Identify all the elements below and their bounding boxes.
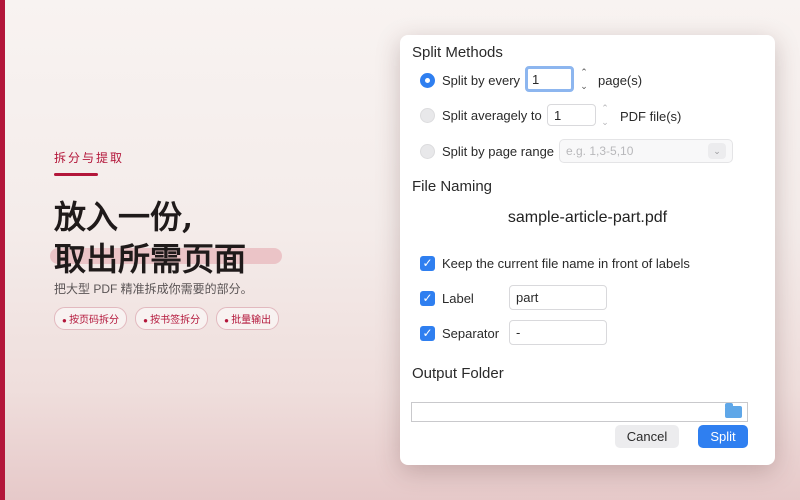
- chevron-down-icon[interactable]: ⌄: [580, 81, 588, 91]
- split-every-label: Split by every: [442, 72, 521, 88]
- page-range-select[interactable]: e.g. 1,3-5,10 ⌄: [559, 139, 733, 163]
- promo-description: 把大型 PDF 精准拆成你需要的部分。: [54, 282, 253, 296]
- separator-option[interactable]: ✓ Separator: [420, 322, 499, 344]
- filename-preview: sample-article-part.pdf: [507, 209, 668, 226]
- feature-chips: 按页码拆分 按书签拆分 批量输出: [54, 307, 280, 330]
- chevron-up-icon[interactable]: ⌃: [580, 67, 588, 77]
- split-average-unit: PDF file(s): [620, 109, 682, 124]
- split-average-input[interactable]: [547, 104, 596, 126]
- split-every-option[interactable]: Split by every: [420, 69, 520, 91]
- split-average-stepper[interactable]: ⌃ ⌄: [599, 103, 611, 127]
- label-option-label: Label: [442, 290, 474, 306]
- chip-split-by-page: 按页码拆分: [54, 307, 128, 330]
- separator-checkbox[interactable]: ✓: [420, 325, 435, 341]
- split-dialog: Split Methods Split by every ⌃ ⌄ page(s)…: [400, 35, 775, 465]
- output-folder-title: Output Folder: [412, 365, 504, 382]
- split-average-radio[interactable]: [420, 107, 435, 123]
- label-checkbox[interactable]: ✓: [420, 290, 435, 306]
- promo-title: 放入一份, 取出所需页面: [54, 196, 246, 280]
- split-every-stepper[interactable]: ⌃ ⌄: [578, 67, 590, 91]
- keep-name-option[interactable]: ✓ Keep the current file name in front of…: [420, 252, 690, 274]
- chip-batch-output: 批量输出: [216, 307, 280, 330]
- separator-input[interactable]: [509, 320, 607, 345]
- chip-split-by-bookmark: 按书签拆分: [135, 307, 209, 330]
- promo-title-line1: 放入一份,: [54, 198, 194, 236]
- cancel-button[interactable]: Cancel: [615, 425, 679, 448]
- split-every-unit: page(s): [598, 73, 643, 88]
- promo-kicker: 拆分与提取: [54, 151, 125, 165]
- split-range-radio[interactable]: [420, 143, 435, 159]
- promo-rule: [54, 173, 98, 176]
- file-naming-title: File Naming: [412, 178, 493, 195]
- chevron-down-icon[interactable]: ⌄: [708, 143, 726, 159]
- split-every-radio[interactable]: [420, 72, 435, 88]
- separator-option-label: Separator: [442, 325, 500, 341]
- split-every-input[interactable]: [525, 66, 574, 92]
- chevron-down-icon[interactable]: ⌄: [601, 117, 609, 127]
- split-average-option[interactable]: Split averagely to: [420, 104, 542, 126]
- page-range-placeholder: e.g. 1,3-5,10: [566, 144, 634, 158]
- split-range-label: Split by page range: [442, 143, 555, 159]
- keep-name-label: Keep the current file name in front of l…: [442, 255, 690, 271]
- output-folder-field[interactable]: [411, 402, 748, 422]
- split-average-label: Split averagely to: [442, 107, 542, 123]
- split-range-option[interactable]: Split by page range: [420, 140, 554, 162]
- label-input[interactable]: [509, 285, 607, 310]
- split-button[interactable]: Split: [698, 425, 748, 448]
- folder-icon[interactable]: [725, 403, 742, 418]
- promo-title-line2: 取出所需页面: [54, 240, 247, 278]
- keep-name-checkbox[interactable]: ✓: [420, 255, 435, 271]
- split-methods-title: Split Methods: [412, 44, 503, 61]
- accent-bar: [0, 0, 5, 500]
- chevron-up-icon[interactable]: ⌃: [601, 103, 609, 113]
- label-option[interactable]: ✓ Label: [420, 287, 474, 309]
